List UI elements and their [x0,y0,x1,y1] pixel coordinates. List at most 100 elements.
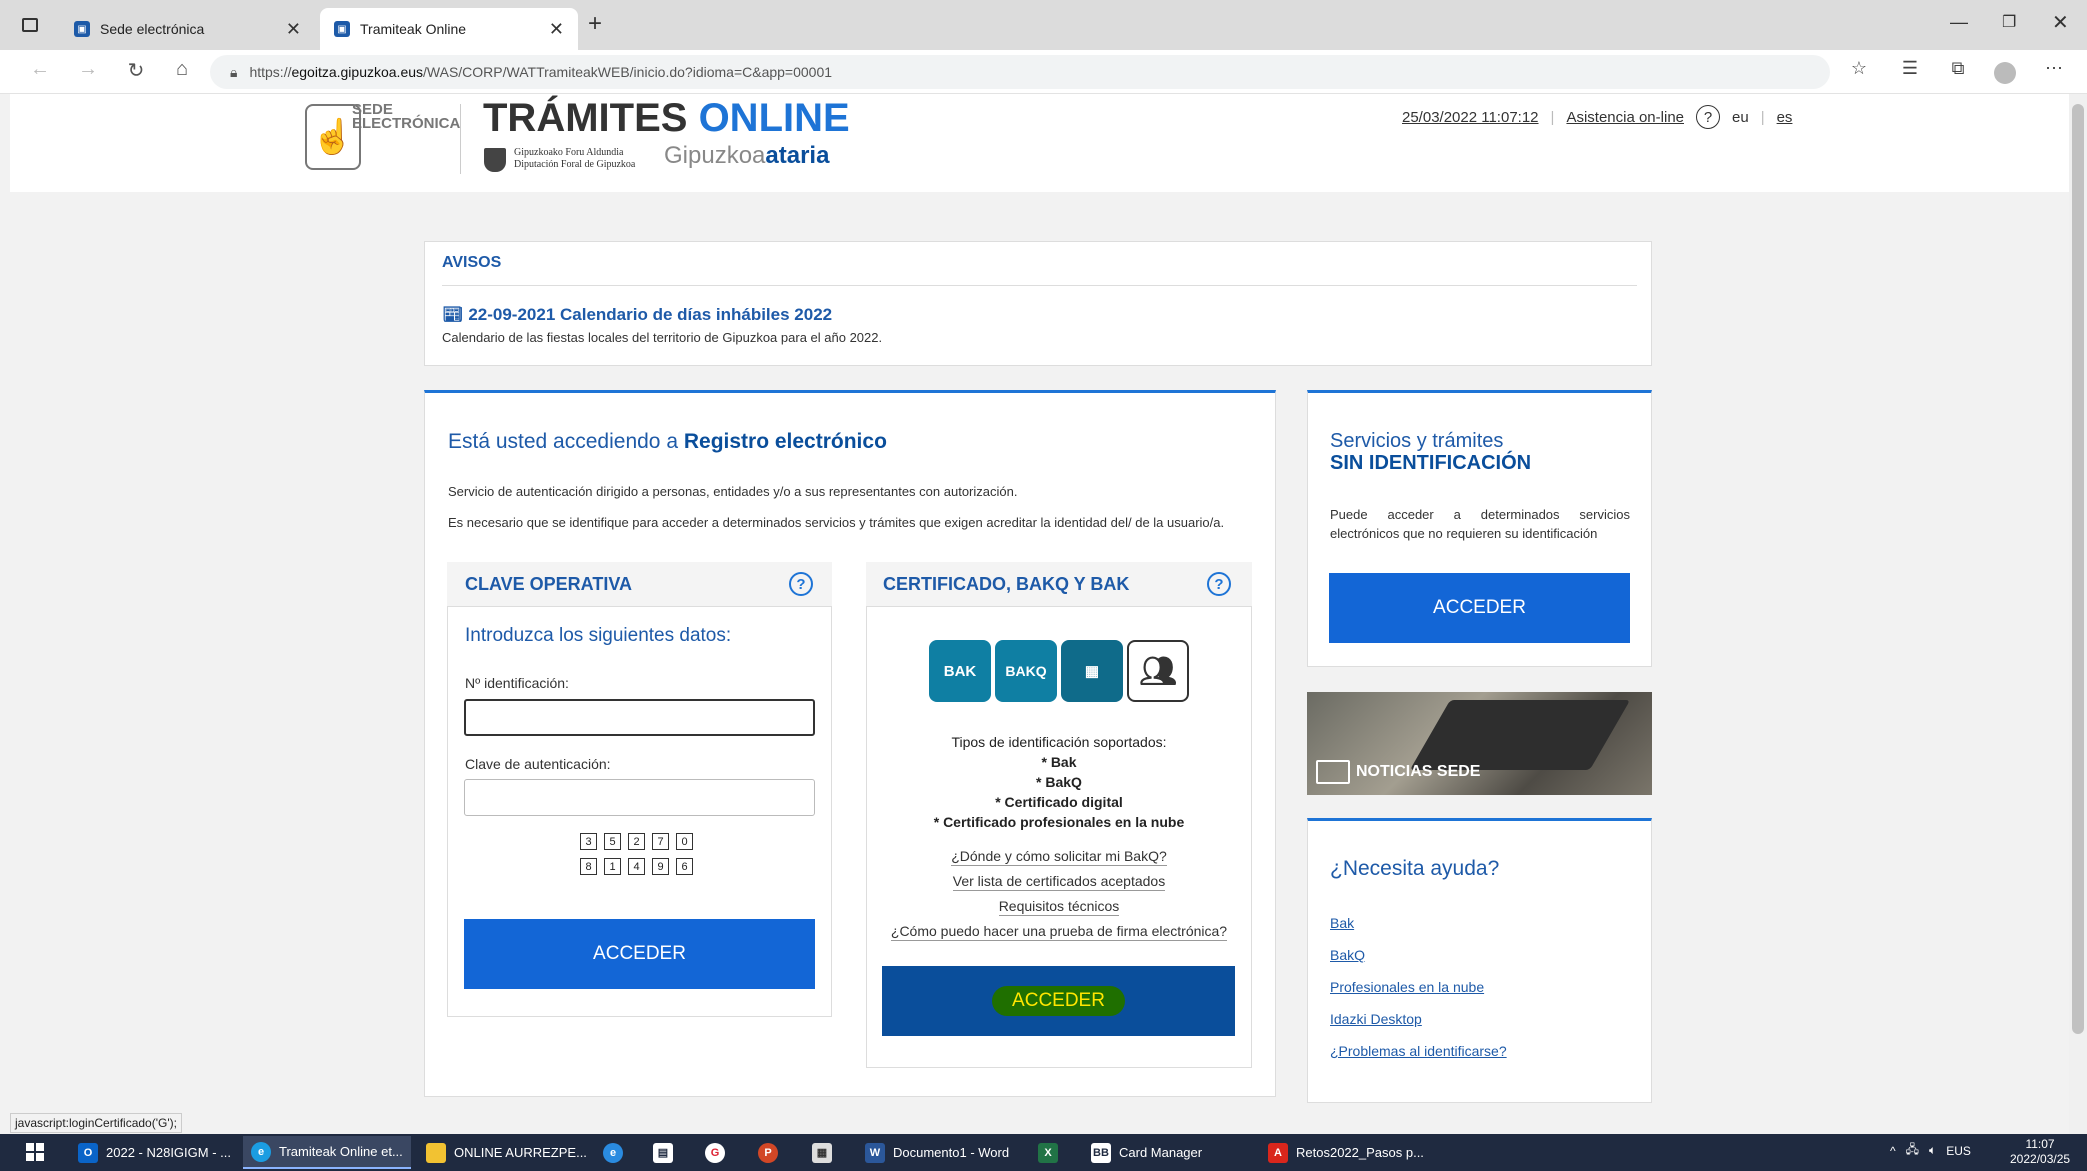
header-divider [460,104,461,174]
taskbar-edge-tramiteak[interactable]: e Tramiteak Online et... [243,1136,411,1169]
collections-icon[interactable]: ⧉ [1944,58,1972,79]
avisos-calendar-link[interactable]: 📰︎ 22-09-2021 Calendario de días inhábil… [442,305,832,325]
word-icon: W [865,1142,885,1163]
network-icon[interactable]: 🖧︎ [1906,1140,1919,1161]
lock-icon: 🔒︎ [230,63,238,80]
help-icon[interactable]: ? [1696,105,1720,129]
help-links: Bak BakQ Profesionales en la nube Idazki… [1330,915,1507,1059]
certificado-acceder-button[interactable]: ACCEDER [882,966,1235,1036]
id-type-badges: BAK BAKQ ▦ 👥︎ [929,640,1189,702]
clave-help-icon[interactable]: ? [789,572,813,596]
chrome-icon: G [705,1142,725,1163]
taskbar-word[interactable]: W Documento1 - Word [857,1136,1017,1169]
pin-key[interactable]: 6 [676,858,693,875]
tab-sede-electronica[interactable]: ▣ Sede electrónica ✕ [60,8,315,50]
taskbar-ie[interactable]: e [595,1136,631,1169]
back-icon[interactable]: ← [26,58,54,81]
tab-title: Tramiteak Online [360,21,467,37]
taskbar-card-manager[interactable]: BB Card Manager [1083,1136,1210,1169]
home-icon[interactable]: ⌂ [168,58,196,81]
shield-favicon-icon: ▣ [74,21,90,37]
taskbar-powerpoint[interactable]: P [750,1136,786,1169]
pin-key[interactable]: 7 [652,833,669,850]
pin-key[interactable]: 1 [604,858,621,875]
tab-tramiteak-online[interactable]: ▣ Tramiteak Online ✕ [320,8,578,50]
close-window-icon[interactable]: ✕ [2052,10,2069,35]
pin-key[interactable]: 4 [628,858,645,875]
volume-icon[interactable]: 🔈︎ [1929,1143,1936,1158]
clave-operativa-title: CLAVE OPERATIVA [465,574,633,594]
help-link-bak[interactable]: Bak [1330,915,1507,931]
pin-key[interactable]: 8 [580,858,597,875]
clave-intro: Introduzca los siguientes datos: [465,625,732,646]
help-link-idazki[interactable]: Idazki Desktop [1330,1011,1507,1027]
reload-icon[interactable]: ↻ [122,58,150,83]
favorite-star-icon[interactable]: ☆ [1845,58,1873,79]
taskbar-pdf[interactable]: A Retos2022_Pasos p... [1260,1136,1432,1169]
close-tab-icon[interactable]: ✕ [549,19,564,40]
status-bar-url: javascript:loginCertificado('G'); [10,1113,182,1133]
restore-icon[interactable]: ❐ [2002,12,2016,32]
sin-id-acceder-button[interactable]: ACCEDER [1329,573,1630,643]
tramites-online-title[interactable]: TRÁMITES ONLINE [483,96,850,141]
taskbar-store[interactable]: ▤ [645,1136,681,1169]
taskbar-explorer[interactable]: ONLINE AURREZPE... [418,1136,595,1169]
help-link-bakq[interactable]: BakQ [1330,947,1507,963]
noticias-label[interactable]: NOTICIAS SEDE [1316,760,1480,784]
taskbar-excel[interactable]: X [1030,1136,1066,1169]
pin-key[interactable]: 9 [652,858,669,875]
taskbar-calculator[interactable]: ▦ [804,1136,840,1169]
help-link-profesionales[interactable]: Profesionales en la nube [1330,979,1507,995]
excel-icon: X [1038,1142,1058,1163]
new-tab-icon[interactable]: + [588,10,602,38]
news-icon: 📰︎ [442,305,469,324]
keyboard-language[interactable]: EUS [1946,1144,1971,1158]
taskbar-outlook[interactable]: O 2022 - N28IGIGM - ... [70,1136,239,1169]
certificado-title: CERTIFICADO, BAKQ Y BAK [883,574,1130,594]
powerpoint-icon: P [758,1142,778,1163]
tab-actions-icon[interactable] [22,18,38,32]
id-label: Nº identificación: [465,675,569,691]
url-input[interactable]: 🔒︎ https://egoitza.gipuzkoa.eus/WAS/CORP… [210,55,1830,89]
cert-help-icon[interactable]: ? [1207,572,1231,596]
taskbar-clock[interactable]: 11:07 2022/03/25 [2010,1137,2070,1167]
gipuzkoataria-logo[interactable]: Gipuzkoaataria [664,142,829,170]
password-input[interactable] [464,779,815,816]
access-title: Está usted accediendo a Registro electró… [448,430,887,453]
sin-identificacion-title: Servicios y trámites SIN IDENTIFICACIÓN [1330,430,1532,474]
avisos-panel [424,241,1652,366]
lang-es-link[interactable]: es [1777,109,1793,126]
clave-acceder-button[interactable]: ACCEDER [464,919,815,989]
close-tab-icon[interactable]: ✕ [286,19,301,40]
cert-link[interactable]: ¿Cómo puedo hacer una prueba de firma el… [890,923,1228,941]
pin-key[interactable]: 5 [604,833,621,850]
scrollbar-thumb[interactable] [2072,104,2084,1034]
favorites-list-icon[interactable]: ☰ [1896,58,1924,79]
pin-key[interactable]: 3 [580,833,597,850]
professionals-group-icon: 👥︎ [1127,640,1189,702]
cert-link[interactable]: ¿Dónde y cómo solicitar mi BakQ? [951,848,1167,866]
gipuzkoa-shield-icon [484,148,506,172]
diputacion-name: Gipuzkoako Foru Aldundia Diputación Foral… [514,147,636,170]
cert-link[interactable]: Ver lista de certificados aceptados [952,873,1166,891]
avisos-title: AVISOS [442,254,502,271]
windows-start-icon[interactable] [26,1143,44,1161]
minimize-icon[interactable]: — [1950,12,1968,33]
cert-link[interactable]: Requisitos técnicos [998,898,1120,916]
datetime-display: 25/03/2022 11:07:12 [1402,108,1539,126]
sede-electronica-logo: SEDE ELECTRÓNICA [352,101,461,132]
online-assistance-link[interactable]: Asistencia on-line [1566,109,1684,126]
tray-chevron-icon[interactable]: ^ [1890,1144,1896,1158]
help-link-problemas[interactable]: ¿Problemas al identificarse? [1330,1043,1507,1059]
taskbar-chrome[interactable]: G [697,1136,733,1169]
calculator-icon: ▦ [812,1142,832,1163]
more-menu-icon[interactable]: ⋯ [2040,58,2068,79]
store-bag-icon: ▤ [653,1142,673,1163]
access-description: Servicio de autenticación dirigido a per… [448,484,1018,499]
profile-avatar-icon[interactable] [1994,62,2016,84]
id-input[interactable] [464,699,815,736]
pin-key[interactable]: 2 [628,833,645,850]
lang-eu-link[interactable]: eu [1732,109,1749,126]
pin-key[interactable]: 0 [676,833,693,850]
forward-icon[interactable]: → [74,58,102,81]
